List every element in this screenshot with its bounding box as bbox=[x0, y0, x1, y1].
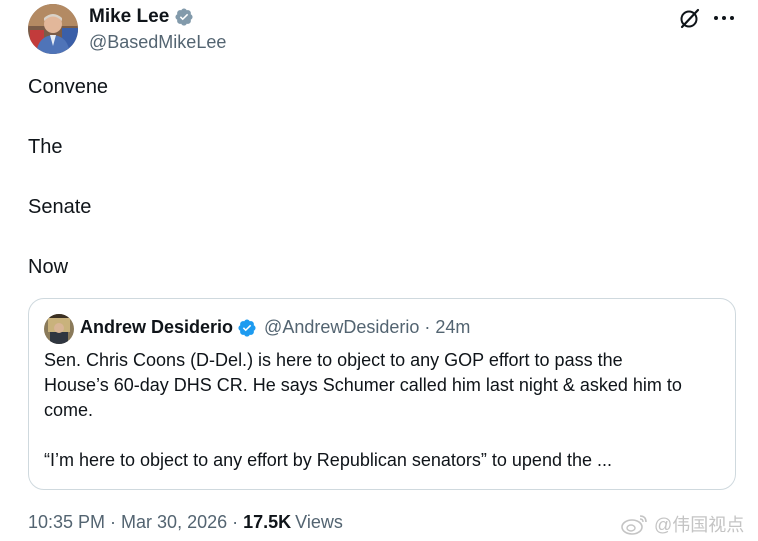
watermark-text: @伟国视点 bbox=[654, 515, 745, 535]
tweet-text-line: Senate bbox=[28, 196, 92, 218]
tweet-text-line: Now bbox=[28, 256, 69, 278]
watermark: @伟国视点 bbox=[620, 511, 744, 537]
verified-badge-icon bbox=[174, 7, 194, 27]
views-count: 17.5K bbox=[243, 512, 292, 532]
author-handle[interactable]: @BasedMikeLee bbox=[89, 32, 226, 53]
quoted-tweet-card[interactable]: Andrew Desiderio @AndrewDesiderio · 24m … bbox=[28, 298, 736, 490]
more-icon[interactable] bbox=[711, 6, 737, 30]
quote-text-line: House’s 60-day DHS CR. He says Schumer c… bbox=[44, 375, 682, 395]
quote-text-line: come. bbox=[44, 400, 94, 420]
separator-dot: · bbox=[110, 512, 117, 532]
author-name-row: Mike Lee bbox=[89, 6, 194, 28]
author-name[interactable]: Mike Lee bbox=[89, 6, 169, 28]
separator-dot: · bbox=[424, 317, 431, 337]
tweet-time[interactable]: 10:35 PM bbox=[28, 512, 105, 533]
verified-badge-icon bbox=[237, 318, 257, 338]
quote-header: Andrew Desiderio @AndrewDesiderio · 24m bbox=[80, 317, 470, 338]
quote-text-line: “I’m here to object to any effort by Rep… bbox=[44, 450, 612, 470]
weibo-icon bbox=[620, 512, 650, 536]
quote-author-name[interactable]: Andrew Desiderio bbox=[80, 317, 233, 338]
tweet-meta: 10:35 PM · Mar 30, 2026 · 17.5K Views bbox=[28, 512, 343, 533]
quote-author-handle[interactable]: @AndrewDesiderio bbox=[264, 317, 419, 338]
tweet-text-line: Convene bbox=[28, 76, 109, 98]
quote-author-avatar[interactable] bbox=[44, 314, 74, 344]
quote-timestamp[interactable]: 24m bbox=[435, 317, 470, 338]
separator-dot: · bbox=[232, 512, 239, 532]
grok-icon[interactable] bbox=[678, 6, 702, 30]
quote-text-line: Sen. Chris Coons (D-Del.) is here to obj… bbox=[44, 350, 623, 370]
tweet-date[interactable]: Mar 30, 2026 bbox=[121, 512, 227, 533]
author-avatar[interactable] bbox=[28, 4, 78, 54]
views-label: Views bbox=[295, 512, 343, 532]
tweet: Mike Lee @BasedMikeLee Convene The Senat… bbox=[0, 0, 758, 541]
tweet-text-line: The bbox=[28, 136, 63, 158]
